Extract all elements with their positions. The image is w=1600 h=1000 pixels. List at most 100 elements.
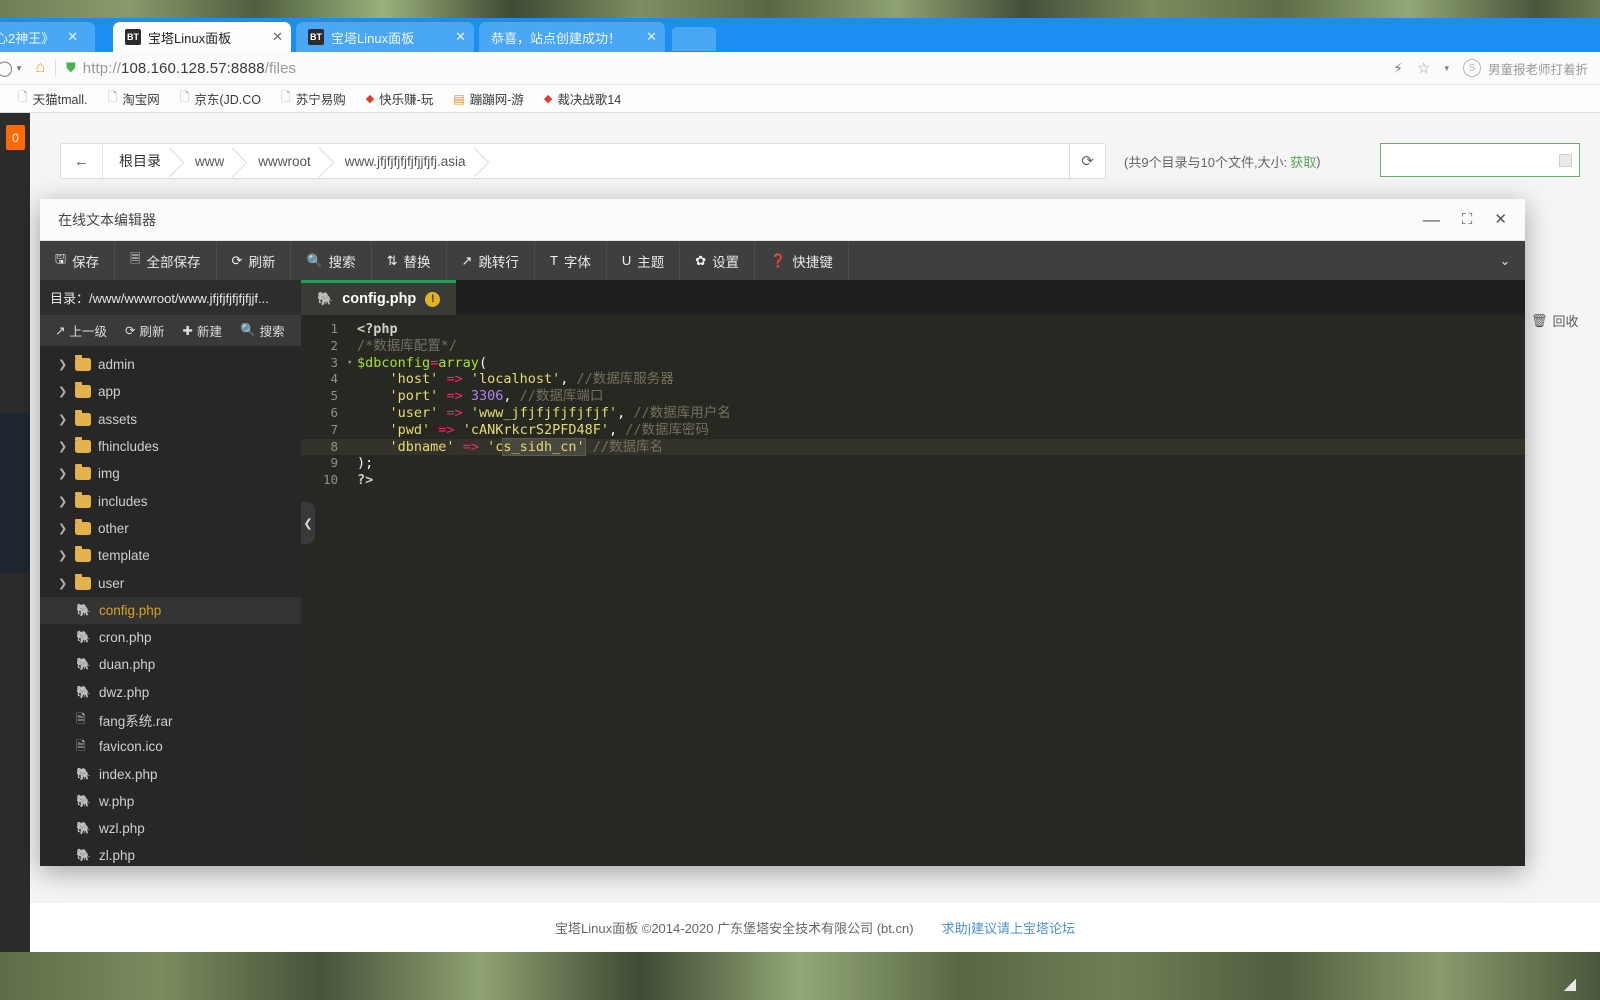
- profile-menu[interactable]: S 男童报老师打着折: [1462, 59, 1588, 78]
- tree-collapse-toggle[interactable]: ❮: [301, 502, 315, 544]
- tree-file-config-php[interactable]: 🐘 config.php: [40, 596, 301, 624]
- tree-file-cron-php[interactable]: 🐘 cron.php: [40, 624, 301, 651]
- line-number: 6: [330, 404, 338, 420]
- chevron-right-icon[interactable]: ❯: [58, 522, 68, 535]
- search-icon[interactable]: [1559, 153, 1572, 167]
- tree-folder-template[interactable]: ❯ template: [40, 542, 301, 569]
- close-icon[interactable]: ✕: [455, 29, 466, 45]
- taskbar-overflow-icon[interactable]: ◢: [1564, 974, 1576, 994]
- tree-new-button[interactable]: ✚ 新建: [174, 321, 232, 340]
- bookmark-item[interactable]: 🗋 淘宝网: [98, 88, 170, 109]
- tree-search-button[interactable]: 🔍 搜索: [231, 321, 294, 340]
- chevron-right-icon[interactable]: ❯: [58, 549, 68, 562]
- search-input[interactable]: [1380, 143, 1580, 177]
- php-file-icon: 🐘: [76, 793, 91, 808]
- save-all-button[interactable]: 🗏 全部保存: [115, 241, 217, 280]
- browser-tab-0[interactable]: 之心2神王》 ❧ ✕: [0, 22, 95, 52]
- tree-folder-other[interactable]: ❯ other: [40, 515, 301, 542]
- php-file-icon: 🐘: [76, 602, 91, 617]
- close-icon[interactable]: ✕: [272, 29, 283, 45]
- chevron-right-icon[interactable]: ❯: [58, 413, 68, 426]
- breadcrumb-item-www[interactable]: www: [179, 144, 242, 178]
- url-input[interactable]: http://108.160.128.57:8888/files: [83, 60, 296, 77]
- up-level-button[interactable]: ↗ 上一级: [46, 321, 116, 340]
- replace-button[interactable]: ⇅ 替换: [372, 241, 447, 280]
- search-button[interactable]: 🔍 搜索: [291, 241, 372, 280]
- bookmark-item[interactable]: 🗋 天猫tmall.: [8, 88, 98, 109]
- chevron-down-icon[interactable]: ⌄: [1485, 241, 1525, 280]
- unsaved-badge-icon: !: [425, 291, 441, 307]
- fetch-size-link[interactable]: 获取: [1290, 152, 1316, 171]
- tree-folder-assets[interactable]: ❯ assets: [40, 406, 301, 433]
- tree-file-dwz-php[interactable]: 🐘 dwz.php: [40, 679, 301, 706]
- chevron-right-icon[interactable]: ❯: [58, 358, 68, 371]
- code-area[interactable]: 1 <?php 2 /*数据库配置*/ 3 ▾ $dbconfig=array( 4 '…: [301, 315, 1525, 866]
- tree-folder-app[interactable]: ❯ app: [40, 378, 301, 405]
- font-button[interactable]: T 字体: [535, 241, 607, 280]
- close-icon[interactable]: ✕: [67, 29, 78, 45]
- bookmark-star-icon[interactable]: ☆: [1417, 59, 1430, 77]
- settings-button[interactable]: ✿ 设置: [680, 241, 756, 280]
- home-icon[interactable]: ⌂: [35, 59, 45, 77]
- tree-folder-includes[interactable]: ❯ includes: [40, 487, 301, 514]
- chevron-right-icon[interactable]: ❯: [58, 467, 68, 480]
- browser-tab-1[interactable]: BT 宝塔Linux面板 ✕: [113, 22, 291, 52]
- security-shield-icon[interactable]: ⛊: [66, 60, 76, 76]
- browser-tab-3[interactable]: 🗋 恭喜，站点创建成功！ ✕: [479, 22, 665, 148]
- fold-marker[interactable]: ▾: [347, 355, 357, 372]
- line-number: 5: [330, 388, 338, 404]
- chevron-right-icon[interactable]: ❯: [58, 385, 68, 398]
- toolbar-label: 搜索: [328, 254, 356, 270]
- tree-file-zl-php[interactable]: 🐘 zl.php: [40, 842, 301, 866]
- chevron-right-icon[interactable]: ❯: [58, 495, 68, 508]
- back-icon[interactable]: ◯: [0, 59, 13, 77]
- tree-folder-admin[interactable]: ❯ admin: [40, 351, 301, 378]
- generic-file-icon: 🗎: [76, 739, 86, 754]
- refresh-icon[interactable]: ⟳: [1070, 143, 1106, 179]
- new-tab-button[interactable]: [672, 27, 716, 51]
- back-arrow-icon[interactable]: ←: [61, 144, 103, 178]
- tree-toolbar: ↗ 上一级 ⟳ 刷新 ✚ 新建 🔍 搜索: [40, 315, 301, 346]
- chevron-right-icon[interactable]: ❯: [58, 440, 68, 453]
- editor-tab-config-php[interactable]: 🐘 config.php !: [301, 280, 457, 315]
- footer-forum-link[interactable]: 求助|建议请上宝塔论坛: [942, 918, 1075, 937]
- save-button[interactable]: 🖫 保存: [40, 241, 116, 280]
- chevron-down-icon[interactable]: ▾: [1444, 63, 1449, 74]
- bookmark-item[interactable]: ◆ 裁决战歌14: [534, 89, 631, 108]
- tree-file-w-php[interactable]: 🐘 w.php: [40, 788, 301, 815]
- breadcrumb-item-root[interactable]: 根目录: [103, 144, 179, 178]
- browser-tab-label: 宝塔Linux面板: [148, 30, 232, 46]
- chevron-down-icon[interactable]: ▾: [17, 63, 22, 74]
- tree-file-favicon-ico[interactable]: 🗎 favicon.ico: [40, 733, 301, 760]
- editor-tab-bar: 🐘 config.php !: [301, 280, 1525, 315]
- bookmark-item[interactable]: ▤ 蹦蹦网-游: [443, 89, 534, 108]
- bookmark-item[interactable]: 🗋 苏宁易购: [271, 88, 356, 109]
- tree-refresh-button[interactable]: ⟳ 刷新: [116, 321, 174, 340]
- close-icon[interactable]: ✕: [1494, 212, 1507, 227]
- tree-folder-user[interactable]: ❯ user: [40, 569, 301, 596]
- maximize-icon[interactable]: ⛶: [1462, 212, 1473, 227]
- tree-file-fang-rar[interactable]: 🗎 fang系统.rar: [40, 706, 301, 733]
- rail-badge[interactable]: 0: [6, 125, 25, 150]
- hotkey-button[interactable]: ❓ 快捷键: [755, 241, 849, 280]
- tree-folder-fhincludes[interactable]: ❯ fhincludes: [40, 433, 301, 460]
- code-text: 'port' => 3306, //数据库端口: [389, 388, 604, 405]
- tree-file-index-php[interactable]: 🐘 index.php: [40, 760, 301, 787]
- breadcrumb-item-site[interactable]: www.jfjfjfjfjfjfjjfjfj.asia: [329, 144, 484, 178]
- count-suffix: ): [1316, 153, 1321, 169]
- minimize-icon[interactable]: —: [1423, 211, 1440, 228]
- breadcrumb-item-wwwroot[interactable]: wwwroot: [242, 144, 329, 178]
- tree-file-duan-php[interactable]: 🐘 duan.php: [40, 651, 301, 678]
- close-icon[interactable]: ✕: [646, 29, 657, 45]
- recycle-bin-button[interactable]: 🗑 回收: [1531, 311, 1579, 330]
- tree-folder-img[interactable]: ❯ img: [40, 460, 301, 487]
- theme-button[interactable]: U 主题: [607, 241, 681, 280]
- browser-tab-2[interactable]: BT 宝塔Linux面板 ✕: [296, 22, 474, 52]
- refresh-button[interactable]: ⟳ 刷新: [217, 241, 292, 280]
- tree-file-wzl-php[interactable]: 🐘 wzl.php: [40, 815, 301, 842]
- goto-line-button[interactable]: ↗ 跳转行: [447, 241, 535, 280]
- lightning-icon[interactable]: ⚡: [1393, 60, 1403, 77]
- chevron-right-icon[interactable]: ❯: [58, 577, 68, 590]
- bookmark-item[interactable]: 🗋 京东(JD.CO: [170, 88, 271, 109]
- bookmark-item[interactable]: ◆ 快乐赚-玩: [356, 89, 444, 108]
